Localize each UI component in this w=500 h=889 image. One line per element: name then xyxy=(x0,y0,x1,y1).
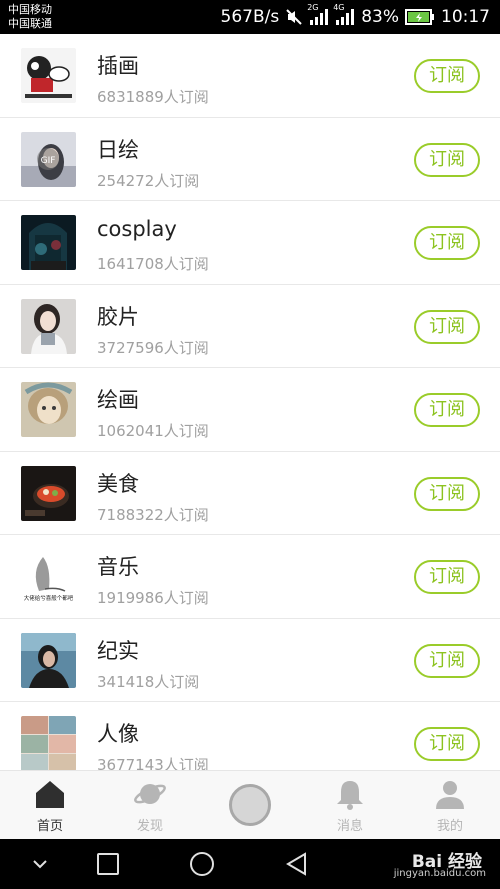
carrier-secondary: 中国联通 xyxy=(8,17,52,30)
list-item[interactable]: 大佬给兮喜般个都吧 音乐 1919986人订阅 订阅 xyxy=(0,535,500,619)
bell-icon xyxy=(337,781,363,810)
subscribe-button[interactable]: 订阅 xyxy=(414,226,480,260)
signal-icon: 2G xyxy=(307,3,329,26)
tab-home[interactable]: 首页 xyxy=(10,771,90,840)
subscribe-button[interactable]: 订阅 xyxy=(414,142,480,177)
subscriber-count: 1919986人订阅 xyxy=(97,589,209,607)
tab-label: 发现 xyxy=(136,819,163,834)
subscriber-count: 3727596人订阅 xyxy=(97,338,209,357)
subscribe-button[interactable]: 订阅 xyxy=(414,393,480,427)
tag-title: 胶片 xyxy=(97,304,139,329)
list-item[interactable]: GIF 日绘 254272人订阅 订阅 xyxy=(0,118,500,201)
list-item[interactable]: 人像 3677143人订阅 订阅 xyxy=(0,702,500,770)
watermark-url: jingyan.baidu.com xyxy=(393,868,486,879)
subscriber-count: 1062041人订阅 xyxy=(97,422,209,440)
tag-thumbnail xyxy=(21,48,76,103)
tag-title: 绘画 xyxy=(97,388,139,412)
tag-title: 日绘 xyxy=(97,137,139,162)
list-item[interactable]: 插画 6831889人订阅 订阅 xyxy=(0,34,500,118)
tag-thumbnail xyxy=(21,298,76,354)
tag-thumbnail xyxy=(21,716,76,770)
list-item[interactable]: 纪实 341418人订阅 订阅 xyxy=(0,619,500,702)
subscriber-count: 3677143人订阅 xyxy=(97,756,209,770)
tag-list: 插画 6831889人订阅 订阅 GIF 日绘 254272人订阅 订阅 cos… xyxy=(0,34,500,770)
tab-discover[interactable]: 发现 xyxy=(110,771,190,840)
tag-title: 美食 xyxy=(97,471,139,496)
tag-thumbnail xyxy=(21,632,76,688)
status-bar: 中国移动 中国联通 567B/s 2G 4G 83% 10:17 xyxy=(0,0,500,34)
tag-thumbnail xyxy=(21,215,76,270)
tag-title: 人像 xyxy=(97,722,139,746)
back-icon[interactable] xyxy=(285,852,309,876)
network-type-label: 2G xyxy=(307,3,319,12)
tag-thumbnail xyxy=(21,382,76,437)
battery-icon xyxy=(405,9,435,25)
mute-icon xyxy=(285,8,303,26)
home-icon xyxy=(36,781,64,808)
chevron-down-icon[interactable] xyxy=(30,852,50,876)
list-item[interactable]: 胶片 3727596人订阅 订阅 xyxy=(0,285,500,368)
tag-title: 音乐 xyxy=(97,555,139,579)
tab-mine[interactable]: 我的 xyxy=(410,771,490,840)
subscribe-button[interactable]: 订阅 xyxy=(414,476,480,511)
camera-button[interactable] xyxy=(229,784,271,826)
subscriber-count: 1641708人订阅 xyxy=(97,255,209,273)
battery-percent: 83% xyxy=(361,7,399,27)
subscribe-button[interactable]: 订阅 xyxy=(414,309,480,344)
list-item[interactable]: cosplay 1641708人订阅 订阅 xyxy=(0,201,500,285)
bottom-tab-bar: 首页 发现 消息 我的 xyxy=(0,770,500,839)
subscriber-count: 254272人订阅 xyxy=(97,171,200,190)
tab-label: 消息 xyxy=(336,819,363,834)
tab-messages[interactable]: 消息 xyxy=(310,771,390,840)
tab-label: 我的 xyxy=(436,819,463,834)
tag-title: 纪实 xyxy=(97,638,139,663)
tag-thumbnail: 大佬给兮喜般个都吧 xyxy=(21,549,76,604)
network-speed: 567B/s xyxy=(220,7,280,27)
tag-title: 插画 xyxy=(97,54,139,78)
recents-icon[interactable] xyxy=(96,852,120,876)
subscribe-button[interactable]: 订阅 xyxy=(414,560,480,594)
carrier-primary: 中国移动 xyxy=(8,3,52,16)
subscribe-button[interactable]: 订阅 xyxy=(414,643,480,678)
subscribe-button[interactable]: 订阅 xyxy=(414,59,480,93)
home-circle-icon[interactable] xyxy=(189,852,215,878)
thumbnail-caption: 大佬给兮喜般个都吧 xyxy=(24,594,74,602)
gif-badge: GIF xyxy=(41,156,56,166)
subscribe-button[interactable]: 订阅 xyxy=(414,727,480,761)
subscriber-count: 341418人订阅 xyxy=(97,672,200,691)
subscriber-count: 7188322人订阅 xyxy=(97,505,209,524)
status-indicators: 567B/s 2G 4G 83% 10:17 xyxy=(220,3,491,28)
tab-label: 首页 xyxy=(36,819,63,834)
network-type-label: 4G xyxy=(333,3,345,12)
subscriber-count: 6831889人订阅 xyxy=(97,88,209,106)
signal-icon: 4G xyxy=(333,3,355,26)
tag-title: cosplay xyxy=(97,217,177,241)
list-item[interactable]: 美食 7188322人订阅 订阅 xyxy=(0,452,500,535)
user-icon xyxy=(436,781,464,809)
list-item[interactable]: 绘画 1062041人订阅 订阅 xyxy=(0,368,500,452)
planet-icon xyxy=(134,784,166,804)
tag-thumbnail xyxy=(21,465,76,521)
system-navigation-bar: Bai 经验 jingyan.baidu.com xyxy=(0,839,500,889)
carrier-info: 中国移动 中国联通 xyxy=(8,3,52,31)
clock: 10:17 xyxy=(441,7,490,27)
tag-thumbnail: GIF xyxy=(21,131,76,187)
